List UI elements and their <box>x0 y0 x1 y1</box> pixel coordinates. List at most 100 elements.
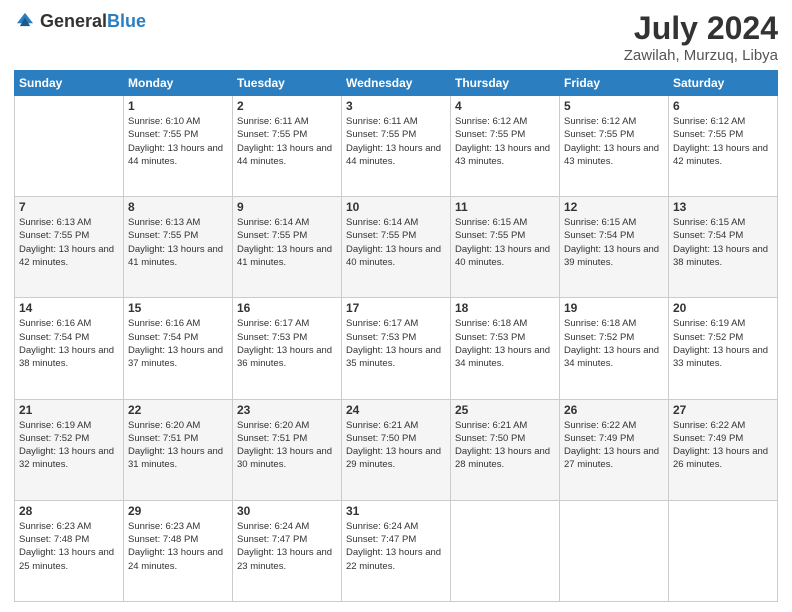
header-friday: Friday <box>560 71 669 96</box>
day-info: Sunrise: 6:23 AMSunset: 7:48 PMDaylight:… <box>128 520 228 573</box>
day-info: Sunrise: 6:24 AMSunset: 7:47 PMDaylight:… <box>237 520 337 573</box>
day-info: Sunrise: 6:15 AMSunset: 7:55 PMDaylight:… <box>455 216 555 269</box>
day-number: 28 <box>19 504 119 518</box>
table-row: 8 Sunrise: 6:13 AMSunset: 7:55 PMDaylight… <box>124 197 233 298</box>
table-row: 26Sunrise: 6:22 AMSunset: 7:49 PMDayligh… <box>560 399 669 500</box>
day-info: Sunrise: 6:15 AMSunset: 7:54 PMDaylight:… <box>564 216 664 269</box>
day-number: 7 <box>19 200 119 214</box>
table-row: 29 Sunrise: 6:23 AMSunset: 7:48 PMDayligh… <box>124 500 233 601</box>
page: GeneralBlue July 2024 Zawilah, Murzuq, L… <box>0 0 792 612</box>
day-info: Sunrise: 6:13 AMSunset: 7:55 PMDaylight:… <box>19 216 119 269</box>
day-number: 3 <box>346 99 446 113</box>
header-tuesday: Tuesday <box>233 71 342 96</box>
table-row: 22 Sunrise: 6:20 AMSunset: 7:51 PMDayligh… <box>124 399 233 500</box>
table-row <box>560 500 669 601</box>
day-number: 4 <box>455 99 555 113</box>
day-info: Sunrise: 6:20 AMSunset: 7:51 PMDaylight:… <box>128 419 228 472</box>
day-info: Sunrise: 6:11 AMSunset: 7:55 PMDaylight:… <box>346 115 446 168</box>
day-info: Sunrise: 6:19 AMSunset: 7:52 PMDaylight:… <box>673 317 773 370</box>
day-number: 15 <box>128 301 228 315</box>
table-row: 19 Sunrise: 6:18 AMSunset: 7:52 PMDayligh… <box>560 298 669 399</box>
table-row: 13 Sunrise: 6:15 AMSunset: 7:54 PMDayligh… <box>669 197 778 298</box>
logo-blue: Blue <box>107 11 146 31</box>
calendar-week-3: 21Sunrise: 6:19 AMSunset: 7:52 PMDayligh… <box>15 399 778 500</box>
day-number: 26 <box>564 403 664 417</box>
day-info: Sunrise: 6:12 AMSunset: 7:55 PMDaylight:… <box>455 115 555 168</box>
location-title: Zawilah, Murzuq, Libya <box>624 47 778 64</box>
day-number: 14 <box>19 301 119 315</box>
day-number: 27 <box>673 403 773 417</box>
table-row: 16 Sunrise: 6:17 AMSunset: 7:53 PMDayligh… <box>233 298 342 399</box>
table-row <box>669 500 778 601</box>
day-number: 30 <box>237 504 337 518</box>
table-row: 2Sunrise: 6:11 AMSunset: 7:55 PMDaylight… <box>233 96 342 197</box>
table-row: 17Sunrise: 6:17 AMSunset: 7:53 PMDayligh… <box>342 298 451 399</box>
header-wednesday: Wednesday <box>342 71 451 96</box>
header-thursday: Thursday <box>451 71 560 96</box>
day-number: 19 <box>564 301 664 315</box>
day-info: Sunrise: 6:15 AMSunset: 7:54 PMDaylight:… <box>673 216 773 269</box>
header: GeneralBlue July 2024 Zawilah, Murzuq, L… <box>14 10 778 64</box>
day-info: Sunrise: 6:24 AMSunset: 7:47 PMDaylight:… <box>346 520 446 573</box>
day-info: Sunrise: 6:16 AMSunset: 7:54 PMDaylight:… <box>128 317 228 370</box>
logo-general: General <box>40 11 107 31</box>
day-number: 23 <box>237 403 337 417</box>
calendar-table: Sunday Monday Tuesday Wednesday Thursday… <box>14 70 778 602</box>
calendar-week-1: 7 Sunrise: 6:13 AMSunset: 7:55 PMDaylight… <box>15 197 778 298</box>
day-info: Sunrise: 6:20 AMSunset: 7:51 PMDaylight:… <box>237 419 337 472</box>
day-info: Sunrise: 6:17 AMSunset: 7:53 PMDaylight:… <box>346 317 446 370</box>
table-row: 28Sunrise: 6:23 AMSunset: 7:48 PMDayligh… <box>15 500 124 601</box>
day-info: Sunrise: 6:10 AMSunset: 7:55 PMDaylight:… <box>128 115 228 168</box>
day-number: 24 <box>346 403 446 417</box>
table-row: 4 Sunrise: 6:12 AMSunset: 7:55 PMDaylight… <box>451 96 560 197</box>
day-info: Sunrise: 6:16 AMSunset: 7:54 PMDaylight:… <box>19 317 119 370</box>
logo-icon <box>14 10 36 32</box>
table-row: 30 Sunrise: 6:24 AMSunset: 7:47 PMDayligh… <box>233 500 342 601</box>
header-monday: Monday <box>124 71 233 96</box>
table-row: 20Sunrise: 6:19 AMSunset: 7:52 PMDayligh… <box>669 298 778 399</box>
day-info: Sunrise: 6:14 AMSunset: 7:55 PMDaylight:… <box>237 216 337 269</box>
day-info: Sunrise: 6:21 AMSunset: 7:50 PMDaylight:… <box>346 419 446 472</box>
day-info: Sunrise: 6:12 AMSunset: 7:55 PMDaylight:… <box>673 115 773 168</box>
month-title: July 2024 <box>624 10 778 47</box>
table-row: 27Sunrise: 6:22 AMSunset: 7:49 PMDayligh… <box>669 399 778 500</box>
day-info: Sunrise: 6:13 AMSunset: 7:55 PMDaylight:… <box>128 216 228 269</box>
day-number: 21 <box>19 403 119 417</box>
calendar-body: 1Sunrise: 6:10 AMSunset: 7:55 PMDaylight… <box>15 96 778 602</box>
day-info: Sunrise: 6:18 AMSunset: 7:52 PMDaylight:… <box>564 317 664 370</box>
table-row: 23 Sunrise: 6:20 AMSunset: 7:51 PMDayligh… <box>233 399 342 500</box>
header-saturday: Saturday <box>669 71 778 96</box>
day-number: 13 <box>673 200 773 214</box>
table-row: 15 Sunrise: 6:16 AMSunset: 7:54 PMDayligh… <box>124 298 233 399</box>
logo-text: GeneralBlue <box>40 11 146 32</box>
day-number: 2 <box>237 99 337 113</box>
table-row: 25Sunrise: 6:21 AMSunset: 7:50 PMDayligh… <box>451 399 560 500</box>
table-row: 1Sunrise: 6:10 AMSunset: 7:55 PMDaylight… <box>124 96 233 197</box>
title-block: July 2024 Zawilah, Murzuq, Libya <box>624 10 778 64</box>
table-row: 5Sunrise: 6:12 AMSunset: 7:55 PMDaylight… <box>560 96 669 197</box>
day-number: 22 <box>128 403 228 417</box>
day-number: 9 <box>237 200 337 214</box>
day-number: 16 <box>237 301 337 315</box>
calendar-week-0: 1Sunrise: 6:10 AMSunset: 7:55 PMDaylight… <box>15 96 778 197</box>
table-row: 7 Sunrise: 6:13 AMSunset: 7:55 PMDaylight… <box>15 197 124 298</box>
day-number: 31 <box>346 504 446 518</box>
day-number: 18 <box>455 301 555 315</box>
calendar-week-2: 14 Sunrise: 6:16 AMSunset: 7:54 PMDayligh… <box>15 298 778 399</box>
calendar-week-4: 28 Sunrise: 6:23 AMSunset: 7:48 PMDayligh… <box>15 500 778 601</box>
day-info: Sunrise: 6:17 AMSunset: 7:53 PMDaylight:… <box>237 317 337 370</box>
table-row: 10Sunrise: 6:14 AMSunset: 7:55 PMDayligh… <box>342 197 451 298</box>
day-number: 29 <box>128 504 228 518</box>
table-row: 9 Sunrise: 6:14 AMSunset: 7:55 PMDaylight… <box>233 197 342 298</box>
day-number: 6 <box>673 99 773 113</box>
table-row: 31 Sunrise: 6:24 AMSunset: 7:47 PMDayligh… <box>342 500 451 601</box>
table-row: 11Sunrise: 6:15 AMSunset: 7:55 PMDayligh… <box>451 197 560 298</box>
day-info: Sunrise: 6:14 AMSunset: 7:55 PMDaylight:… <box>346 216 446 269</box>
table-row: 18Sunrise: 6:18 AMSunset: 7:53 PMDayligh… <box>451 298 560 399</box>
calendar-header-row: Sunday Monday Tuesday Wednesday Thursday… <box>15 71 778 96</box>
table-row: 3 Sunrise: 6:11 AMSunset: 7:55 PMDaylight… <box>342 96 451 197</box>
table-row: 21Sunrise: 6:19 AMSunset: 7:52 PMDayligh… <box>15 399 124 500</box>
logo: GeneralBlue <box>14 10 146 32</box>
day-number: 8 <box>128 200 228 214</box>
day-number: 12 <box>564 200 664 214</box>
